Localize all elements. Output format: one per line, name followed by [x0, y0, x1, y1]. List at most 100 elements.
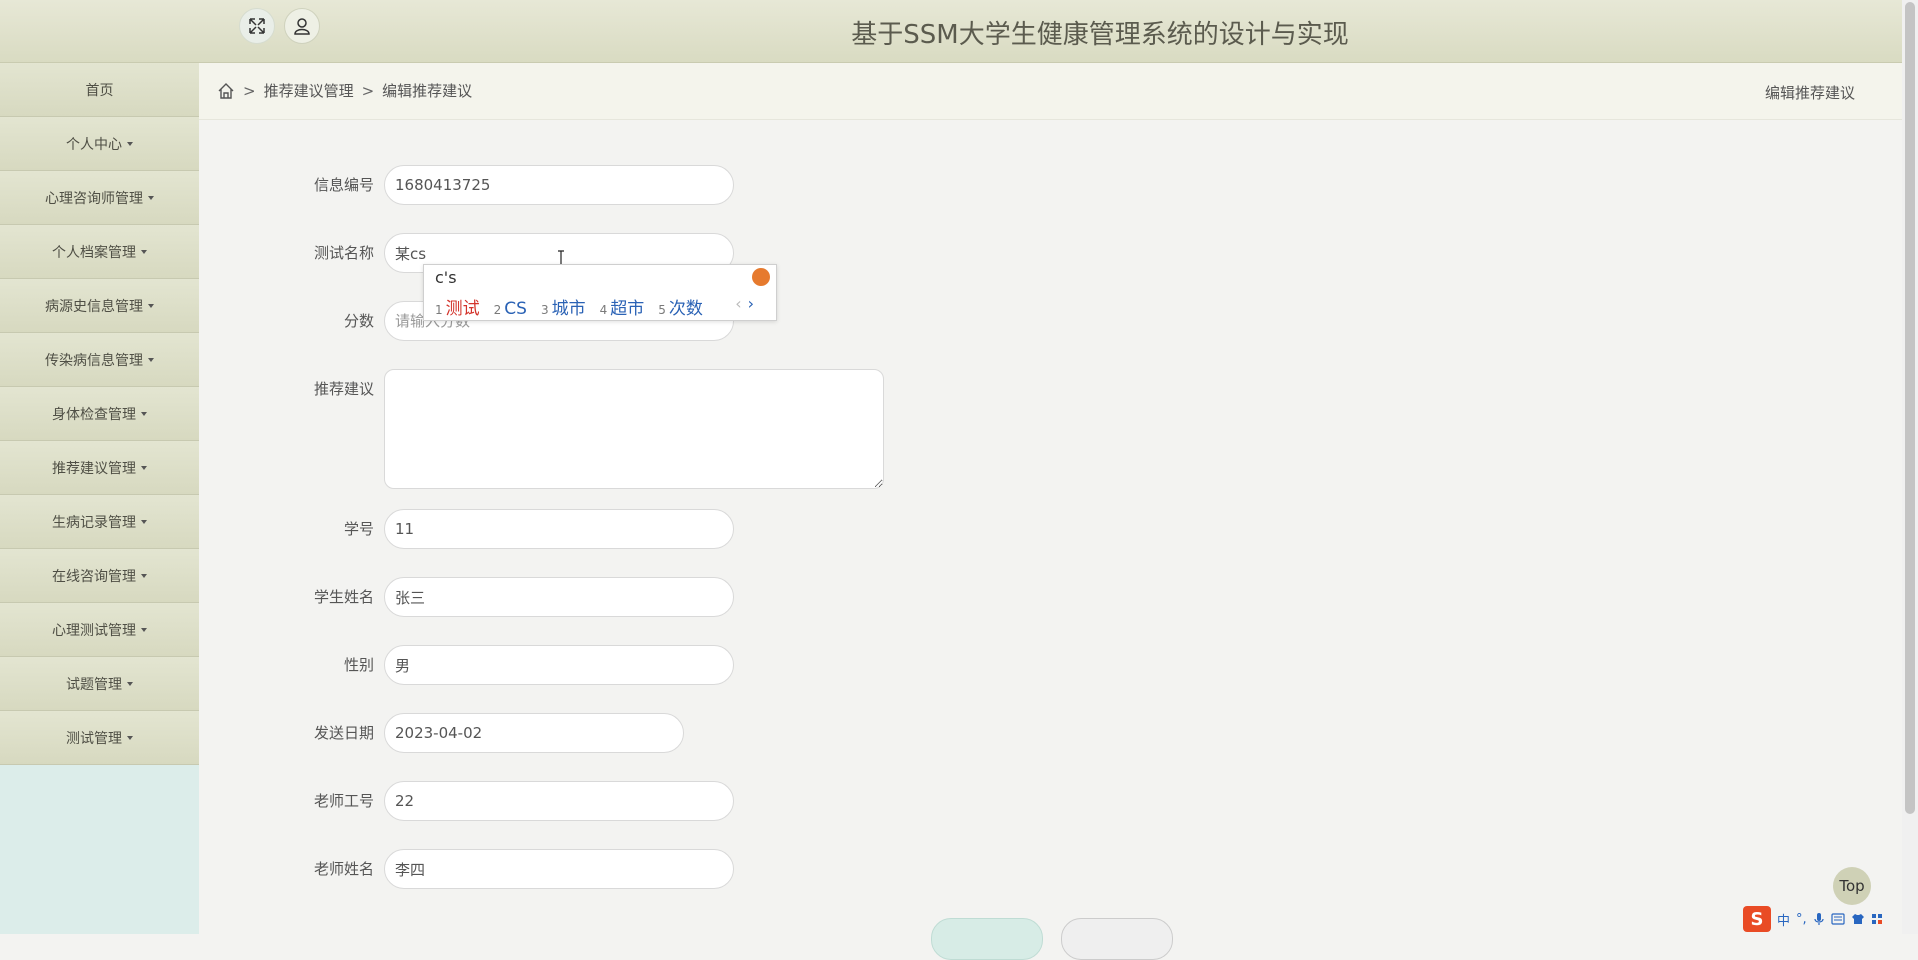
breadcrumb-level1[interactable]: 推荐建议管理	[264, 80, 354, 101]
sidebar-item-label: 心理咨询师管理	[45, 190, 143, 207]
ime-candidates: 1 测试 2 CS 3 城市 4 超市 5 次数	[435, 294, 717, 319]
ime-candidate-number: 3	[540, 303, 549, 317]
gender-input[interactable]	[384, 645, 734, 685]
send-date-input[interactable]	[384, 713, 684, 753]
teacher-name-label: 老师姓名	[313, 860, 374, 878]
sidebar-item-label: 个人档案管理	[52, 244, 136, 261]
caret-down-icon	[148, 357, 154, 362]
caret-down-icon	[141, 411, 147, 416]
teacher-name-input[interactable]	[384, 849, 734, 889]
sidebar-item[interactable]: 个人中心	[0, 117, 199, 171]
cancel-button[interactable]	[1061, 918, 1173, 960]
sidebar-item[interactable]: 身体检查管理	[0, 387, 199, 441]
sidebar-item[interactable]: 推荐建议管理	[0, 441, 199, 495]
advice-label: 推荐建议	[313, 380, 374, 398]
ime-logo-icon	[752, 268, 770, 286]
row-teacher-name: 老师姓名	[199, 849, 734, 889]
fullscreen-button[interactable]	[239, 8, 275, 44]
teacher-no-input[interactable]	[384, 781, 734, 821]
breadcrumb: > 推荐建议管理 > 编辑推荐建议	[217, 80, 472, 101]
caret-down-icon	[141, 249, 147, 254]
row-advice: 推荐建议	[199, 369, 884, 489]
sidebar-item[interactable]: 个人档案管理	[0, 225, 199, 279]
row-gender: 性别	[199, 645, 734, 685]
advice-textarea[interactable]	[384, 369, 884, 489]
user-button[interactable]	[284, 8, 320, 44]
ime-candidate-text: CS	[504, 299, 527, 319]
breadcrumb-level2: 编辑推荐建议	[382, 82, 473, 100]
row-student-no: 学号	[199, 509, 734, 549]
sidebar-item-label: 心理测试管理	[52, 622, 136, 639]
caret-down-icon	[148, 303, 154, 308]
caret-down-icon	[127, 141, 133, 146]
caret-down-icon	[141, 465, 147, 470]
ime-candidate[interactable]: 4 超市	[600, 294, 645, 319]
student-name-label: 学生姓名	[313, 588, 374, 606]
microphone-icon[interactable]	[1813, 912, 1825, 926]
ime-lang-toggle[interactable]: 中	[1777, 910, 1790, 929]
ime-candidate[interactable]: 5 次数	[658, 294, 703, 319]
ime-candidate-popup: c's 1 测试 2 CS 3 城市 4 超市 5 次数 ‹ ›	[423, 264, 777, 321]
keyboard-icon[interactable]	[1831, 913, 1845, 925]
student-name-input[interactable]	[384, 577, 734, 617]
caret-down-icon	[141, 627, 147, 632]
caret-down-icon	[127, 735, 133, 740]
breadcrumb-separator: >	[243, 81, 256, 100]
score-label: 分数	[343, 312, 374, 330]
ime-candidate-number: 2	[493, 303, 502, 317]
caret-down-icon	[148, 195, 154, 200]
ime-punct-toggle[interactable]: °,	[1796, 912, 1807, 927]
sidebar-item-label: 推荐建议管理	[52, 460, 136, 477]
sidebar-item-label: 首页	[85, 82, 114, 99]
sidebar-item[interactable]: 心理咨询师管理	[0, 171, 199, 225]
ime-candidate-text: 测试	[445, 299, 480, 319]
ime-candidate-number: 4	[599, 303, 608, 317]
ime-candidate-text: 次数	[668, 299, 703, 319]
sidebar-item[interactable]: 试题管理	[0, 657, 199, 711]
toolbox-icon[interactable]	[1871, 913, 1883, 925]
sogou-logo-icon[interactable]: S	[1743, 906, 1771, 932]
student-no-input[interactable]	[384, 509, 734, 549]
caret-down-icon	[141, 573, 147, 578]
submit-button[interactable]	[931, 918, 1043, 960]
ime-prev-icon[interactable]: ‹	[735, 294, 741, 313]
ime-status-bar: S 中 °,	[1743, 906, 1883, 932]
test-name-label: 测试名称	[313, 244, 374, 262]
gender-label: 性别	[343, 656, 374, 674]
teacher-no-label: 老师工号	[313, 792, 374, 810]
info-id-input[interactable]	[384, 165, 734, 205]
sidebar-item-label: 病源史信息管理	[45, 298, 143, 315]
sidebar-item[interactable]: 生病记录管理	[0, 495, 199, 549]
sidebar-item-label: 个人中心	[66, 136, 122, 153]
page-scrollbar[interactable]	[1902, 0, 1918, 934]
sidebar: 首页个人中心心理咨询师管理 个人档案管理 病源史信息管理传染病信息管理 身体检查管理推…	[0, 63, 199, 934]
back-to-top-button[interactable]: Top	[1833, 867, 1871, 905]
skin-shirt-icon[interactable]	[1851, 913, 1865, 925]
user-icon	[294, 18, 310, 35]
sidebar-item-label: 生病记录管理	[52, 514, 136, 531]
ime-candidate-text: 城市	[551, 299, 586, 319]
sidebar-item-label: 在线咨询管理	[52, 568, 136, 585]
sidebar-item[interactable]: 在线咨询管理	[0, 549, 199, 603]
ime-candidate[interactable]: 1 测试	[435, 294, 480, 319]
page-title: 编辑推荐建议	[1764, 84, 1855, 102]
student-no-label: 学号	[343, 520, 374, 538]
ime-candidate[interactable]: 3 城市	[541, 294, 586, 319]
sidebar-item[interactable]: 病源史信息管理	[0, 279, 199, 333]
home-icon[interactable]	[217, 82, 235, 100]
scrollbar-thumb[interactable]	[1905, 2, 1915, 814]
row-teacher-no: 老师工号	[199, 781, 734, 821]
sidebar-item[interactable]: 首页	[0, 63, 199, 117]
expand-icon	[249, 18, 265, 34]
ime-next-icon[interactable]: ›	[748, 294, 754, 313]
sidebar-item[interactable]: 心理测试管理	[0, 603, 199, 657]
row-student-name: 学生姓名	[199, 577, 734, 617]
ime-candidate[interactable]: 2 CS	[494, 299, 527, 319]
header: 基于SSM大学生健康管理系统的设计与实现	[0, 0, 1902, 63]
sidebar-item[interactable]: 测试管理	[0, 711, 199, 765]
sidebar-item-label: 测试管理	[66, 730, 122, 747]
ime-nav: ‹ ›	[735, 294, 754, 313]
caret-down-icon	[127, 681, 133, 686]
info-id-label: 信息编号	[313, 176, 374, 194]
sidebar-item[interactable]: 传染病信息管理	[0, 333, 199, 387]
